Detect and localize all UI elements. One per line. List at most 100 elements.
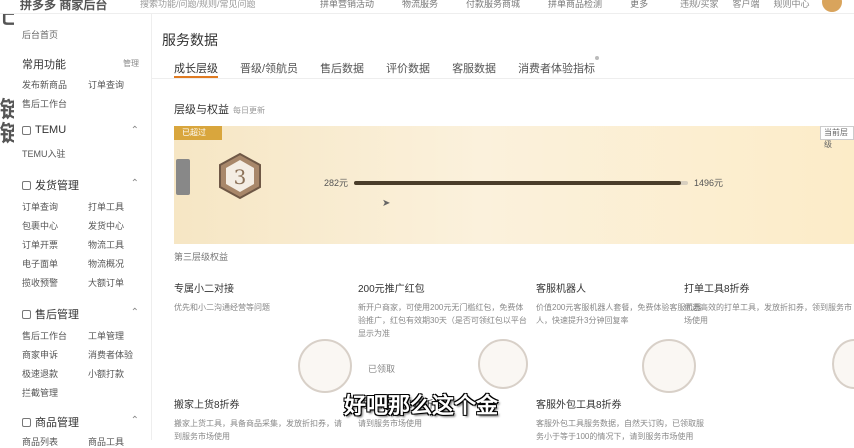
goods-icon (22, 417, 31, 427)
sidebar-section-temu[interactable]: TEMU (22, 124, 66, 136)
tab-aftersale-data[interactable]: 售后数据 (320, 60, 364, 76)
benefit-desc: 价值200元客服机器人套餐，免费体验客服机器人，快速提升3分钟回复率 (536, 303, 702, 325)
benefit-desc: 新开户商家，可使用200元无门槛红包，免费体验推广，红包有效期30天（是否可领红… (358, 303, 527, 338)
sidebar-item[interactable]: 发货中心 (88, 219, 124, 232)
top-link[interactable]: 拼单商品检测 (548, 0, 602, 10)
benefit-desc: 客服外包工具服务数据，自然天订购，已领取服务小于等于100的情况下，请到服务市场… (536, 419, 704, 441)
top-right-link[interactable]: 客户端 (733, 0, 760, 10)
sidebar-section-goods[interactable]: 商品管理 (22, 414, 79, 430)
top-nav-links: 拼单营销活动 物流服务 付款服务商城 拼单商品检测 更多 (320, 0, 648, 10)
sidebar-item-home[interactable]: 后台首页 (22, 28, 58, 41)
sidebar-item[interactable]: 商品工具 (88, 435, 124, 448)
avatar[interactable] (822, 0, 842, 12)
sidebar-item[interactable]: 订单查询 (22, 200, 58, 213)
top-right-links: 违规/买家 客户端 规则中心 (680, 0, 810, 10)
sidebar-item[interactable]: 打单工具 (88, 200, 124, 213)
sidebar-item[interactable]: 售后工作台 (22, 329, 67, 342)
benefit-card[interactable]: 200元推广红包 新开户商家，可使用200元无门槛红包，免费体验推广，红包有效期… (358, 280, 528, 340)
section-title: 商品管理 (35, 417, 79, 429)
benefit-desc: 优先和小二沟通经营等问题 (174, 303, 270, 312)
chevron-up-icon[interactable]: ⌃ (131, 178, 139, 189)
benefit-title: 客服机器人 (536, 284, 586, 295)
benefit-card[interactable]: 专属小二对接 优先和小二沟通经营等问题 (174, 280, 344, 314)
benefit-card[interactable]: 打单工具8折券 优选高效的打单工具，发放折扣券，领到服务市场使用 (684, 280, 854, 327)
sidebar-item[interactable]: 揽收预警 (22, 276, 58, 289)
manage-link[interactable]: 管理 (123, 58, 139, 69)
tab-service-data[interactable]: 客服数据 (452, 60, 496, 76)
section-heading: 层级与权益 (174, 104, 229, 116)
brand-logo[interactable]: 拼多多 商家后台 (20, 0, 107, 13)
sidebar-item[interactable]: 发布新商品 (22, 78, 67, 91)
sidebar: 后台首页 常用功能 管理 发布新商品 订单查询 售后工作台 TEMU ⌃ TEM… (14, 14, 152, 447)
sidebar-item[interactable]: 包裹中心 (22, 219, 58, 232)
top-right-link[interactable]: 违规/买家 (680, 0, 719, 10)
shipping-icon (22, 180, 31, 190)
passed-badge: 已超过 (174, 126, 222, 140)
sidebar-section-aftersale[interactable]: 售后管理 (22, 306, 79, 322)
sidebar-item[interactable]: 物流工具 (88, 238, 124, 251)
level-card: 已超过 3 282元 1496元 ➤ (174, 126, 854, 244)
section-title: 常用功能 (22, 59, 66, 71)
range-end: 1496元 (694, 178, 724, 188)
top-link[interactable]: 付款服务商城 (466, 0, 520, 10)
benefit-illustration (832, 339, 854, 389)
sidebar-item[interactable]: 订单查询 (88, 78, 124, 91)
chevron-up-icon[interactable]: ⌃ (131, 307, 139, 318)
sidebar-item[interactable]: 商品列表 (22, 435, 58, 448)
more-link[interactable]: 更多 (630, 0, 648, 10)
benefit-card[interactable]: 搬家上货8折券 搬家上货工具，具备商品采集，发放折扣券，请到服务市场使用 (174, 396, 344, 443)
level-badge-icon: 3 (219, 152, 261, 200)
tab-growth-level[interactable]: 成长层级 (174, 60, 218, 76)
level-marker (176, 159, 190, 195)
level-section-title: 层级与权益 每日更新 (174, 101, 265, 117)
benefit-desc: 搬家上货工具，具备商品采集，发放折扣券，请到服务市场使用 (174, 419, 342, 441)
benefit-title: 打单工具8折券 (684, 284, 750, 295)
benefit-illustration (478, 339, 528, 389)
level-number: 3 (234, 165, 247, 189)
sidebar-section-common[interactable]: 常用功能 (22, 56, 66, 72)
aftersale-icon (22, 309, 31, 319)
sidebar-item[interactable]: 消费者体验 (88, 348, 133, 361)
top-link[interactable]: 物流服务 (402, 0, 438, 10)
benefit-card[interactable]: 客服机器人 价值200元客服机器人套餐，免费体验客服机器人，快速提升3分钟回复率 (536, 280, 706, 327)
benefit-illustration (642, 339, 696, 393)
tab-review-data[interactable]: 评价数据 (386, 60, 430, 76)
benefit-illustration (298, 339, 352, 393)
sidebar-item[interactable]: 工单管理 (88, 329, 124, 342)
sidebar-item[interactable]: 拦截管理 (22, 386, 58, 399)
current-level-tag: 当前层级 (820, 126, 854, 149)
divider (152, 78, 854, 79)
top-link[interactable]: 拼单营销活动 (320, 0, 374, 10)
top-right-link[interactable]: 规则中心 (774, 0, 810, 10)
mouse-cursor-icon: ➤ (382, 198, 391, 209)
benefit-title: 客服外包工具8折券 (536, 400, 622, 411)
left-edge-overlay: 己 链 链 (0, 0, 22, 440)
search-input[interactable]: 搜索功能/问题/规则/常见问题 (140, 0, 256, 10)
sidebar-item[interactable]: 极速退款 (22, 367, 58, 380)
main-content: 服务数据 成长层级 晋级/领航员 售后数据 评价数据 客服数据 消费者体验指标 … (152, 14, 854, 443)
benefit-title: 200元推广红包 (358, 284, 425, 295)
benefit-title: 专属小二对接 (174, 284, 234, 295)
benefit-card[interactable]: 客服外包工具8折券 客服外包工具服务数据，自然天订购，已领取服务小于等于100的… (536, 396, 706, 443)
sidebar-item[interactable]: TEMU入驻 (22, 147, 66, 160)
update-note: 每日更新 (233, 106, 265, 115)
tab-promotion[interactable]: 晋级/领航员 (240, 60, 298, 76)
chevron-up-icon[interactable]: ⌃ (131, 125, 139, 136)
sidebar-item[interactable]: 小额打款 (88, 367, 124, 380)
sidebar-item[interactable]: 订单开票 (22, 238, 58, 251)
sidebar-item[interactable]: 商家申诉 (22, 348, 58, 361)
claimed-label[interactable]: 已领取 (368, 362, 395, 375)
video-subtitle: 好吧那么这个金 (344, 393, 499, 418)
section-title: 发货管理 (35, 180, 79, 192)
tab-consumer-experience[interactable]: 消费者体验指标 (518, 56, 600, 76)
top-nav-bar: 拼多多 商家后台 搜索功能/问题/规则/常见问题 拼单营销活动 物流服务 付款服… (0, 0, 854, 14)
page-title: 服务数据 (162, 32, 218, 48)
chevron-up-icon[interactable]: ⌃ (131, 415, 139, 426)
sidebar-item[interactable]: 物流概况 (88, 257, 124, 270)
range-start: 282元 (324, 178, 349, 188)
sidebar-section-shipping[interactable]: 发货管理 (22, 177, 79, 193)
sidebar-item[interactable]: 大额订单 (88, 276, 124, 289)
sidebar-item[interactable]: 电子面单 (22, 257, 58, 270)
temu-icon (22, 125, 31, 135)
sidebar-item[interactable]: 售后工作台 (22, 97, 67, 110)
